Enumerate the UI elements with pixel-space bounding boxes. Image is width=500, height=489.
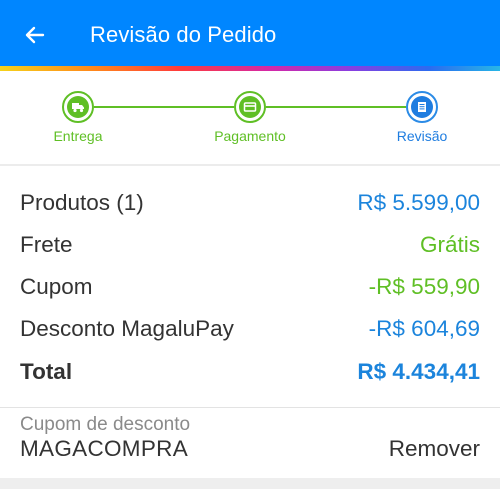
bottom-spacer xyxy=(0,478,500,489)
arrow-left-icon xyxy=(25,26,45,44)
step-review[interactable] xyxy=(406,91,438,123)
summary-row-total: Total R$ 4.434,41 xyxy=(20,359,480,389)
magalupay-discount-label: Desconto MagaluPay xyxy=(20,316,234,341)
document-icon xyxy=(418,102,426,112)
summary-row-magalupay: Desconto MagaluPay -R$ 604,69 xyxy=(20,316,480,346)
step-review-label: Revisão xyxy=(396,128,448,144)
stepper-line-1 xyxy=(94,106,234,108)
summary-row-shipping: Frete Grátis xyxy=(20,232,480,262)
step-delivery-label: Entrega xyxy=(53,128,103,144)
step-payment-badge xyxy=(239,96,261,118)
truck-icon xyxy=(72,103,84,113)
step-payment[interactable] xyxy=(234,91,266,123)
step-delivery[interactable] xyxy=(62,91,94,123)
page-title: Revisão do Pedido xyxy=(90,22,277,47)
total-value: R$ 4.434,41 xyxy=(357,359,480,384)
shipping-value: Grátis xyxy=(419,232,480,257)
total-label: Total xyxy=(20,359,73,384)
coupon-field-label: Cupom de desconto xyxy=(20,414,191,435)
remove-coupon-button[interactable]: Remover xyxy=(389,436,480,462)
shipping-label: Frete xyxy=(20,232,73,257)
checkout-stepper: Entrega Pagamento Revisão xyxy=(0,71,500,164)
products-label: Produtos (1) xyxy=(20,190,144,215)
summary-row-coupon: Cupom -R$ 559,90 xyxy=(20,274,480,304)
step-review-badge xyxy=(411,96,433,118)
coupon-discount-value: -R$ 559,90 xyxy=(368,274,480,299)
stepper-line-2 xyxy=(266,106,406,108)
step-payment-label: Pagamento xyxy=(214,128,286,144)
credit-card-icon xyxy=(243,102,257,112)
stepper-divider xyxy=(0,164,500,166)
products-value: R$ 5.599,00 xyxy=(357,190,480,215)
summary-row-products: Produtos (1) R$ 5.599,00 xyxy=(20,190,480,220)
magalupay-discount-value: -R$ 604,69 xyxy=(368,316,480,341)
step-delivery-badge xyxy=(67,96,89,118)
coupon-discount-label: Cupom xyxy=(20,274,93,299)
coupon-code: MAGACOMPRA xyxy=(20,436,189,461)
coupon-divider xyxy=(0,407,500,408)
app-bar: Revisão do Pedido xyxy=(0,0,500,66)
back-button[interactable] xyxy=(18,18,52,52)
